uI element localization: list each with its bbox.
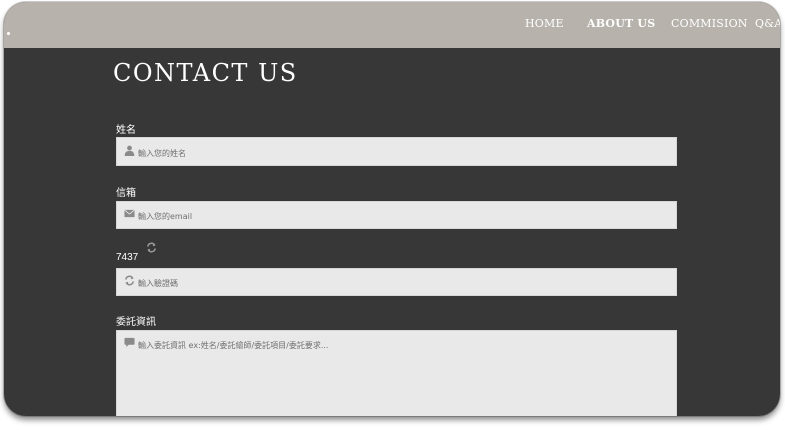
name-label: 姓名 xyxy=(116,125,136,136)
nav-home-link[interactable]: HOME xyxy=(525,17,564,30)
nav-qa-link[interactable]: Q&A xyxy=(755,17,780,30)
email-placeholder: 輸入您的email xyxy=(138,212,193,221)
nav-dot xyxy=(7,32,10,35)
message-label: 委託資訊 xyxy=(116,317,156,328)
browser-frame: HOME ABOUT US COMMISION Q&A CONTACT US 姓… xyxy=(4,2,780,416)
comment-icon xyxy=(124,337,135,348)
message-textarea[interactable]: 輸入委託資訊 ex:姓名/委託繪師/委託項目/委託要求... xyxy=(116,330,677,416)
nav-commision-link[interactable]: COMMISION xyxy=(671,17,748,30)
refresh-icon xyxy=(124,275,135,286)
top-navbar: HOME ABOUT US COMMISION Q&A xyxy=(4,2,780,48)
email-input[interactable]: 輸入您的email xyxy=(116,201,677,229)
nav-about-us-link[interactable]: ABOUT US xyxy=(587,17,655,30)
captcha-input[interactable]: 輸入驗證碼 xyxy=(116,268,677,296)
captcha-refresh-icon[interactable] xyxy=(146,242,157,253)
envelope-icon xyxy=(124,208,135,219)
captcha-placeholder: 輸入驗證碼 xyxy=(138,279,178,288)
page-title: CONTACT US xyxy=(113,59,298,87)
message-placeholder: 輸入委託資訊 ex:姓名/委託繪師/委託項目/委託要求... xyxy=(138,341,329,350)
name-input[interactable]: 輸入您的姓名 xyxy=(116,137,677,166)
name-placeholder: 輸入您的姓名 xyxy=(138,149,186,158)
user-icon xyxy=(124,145,135,156)
email-label: 信箱 xyxy=(116,188,136,199)
captcha-code: 7437 xyxy=(116,252,139,263)
